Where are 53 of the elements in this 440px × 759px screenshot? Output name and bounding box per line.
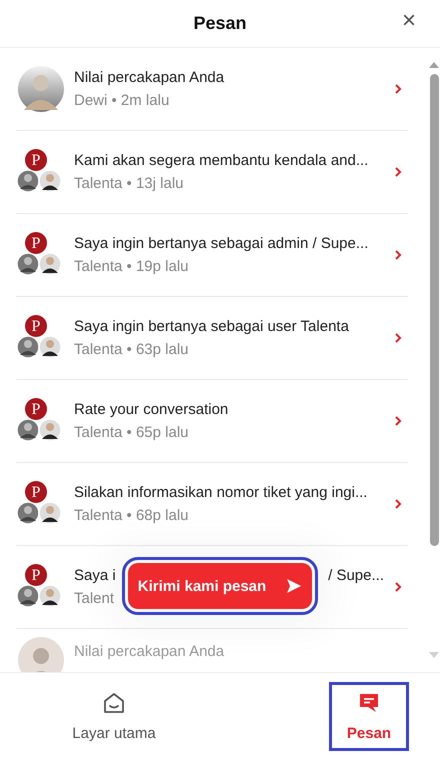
- message-title: Kami akan segera membantu kendala and...: [74, 152, 370, 169]
- message-meta: Talenta • 19p lalu: [74, 258, 190, 275]
- nav-tab[interactable]: Pesan: [332, 684, 406, 748]
- message-row[interactable]: P Silakan informasikan nomor tiket yang ingi... Talenta • 68p lalu: [16, 463, 408, 546]
- message-meta: Talent: [74, 590, 116, 607]
- team-avatars-icon: [17, 418, 63, 442]
- chevron-right-icon: [394, 332, 402, 344]
- envelope-icon: [102, 690, 126, 714]
- team-avatars-icon: [17, 169, 63, 193]
- team-avatars-icon: [17, 252, 63, 276]
- chevron-right-icon: [394, 581, 402, 593]
- message-row[interactable]: P Kami akan segera membantu kendala and... Talenta • 13j lalu: [16, 131, 408, 214]
- message-title: Silakan informasikan nomor tiket yang ingi...: [74, 484, 368, 501]
- scroll-up-icon[interactable]: [429, 62, 439, 68]
- message-meta: Talenta • 68p lalu: [74, 507, 190, 524]
- message-meta: Talenta • 13j lalu: [74, 175, 184, 192]
- logo-badge: P: [25, 564, 47, 586]
- message-meta: Dewi • 2m lalu: [74, 92, 170, 109]
- team-avatars-icon: [17, 584, 63, 608]
- logo-badge: P: [25, 481, 47, 503]
- scroll-down-icon[interactable]: [429, 652, 439, 658]
- team-avatars-icon: [17, 335, 63, 359]
- logo-badge: P: [25, 398, 47, 420]
- send-icon: [286, 578, 302, 594]
- message-title: Nilai percakapan Anda: [74, 69, 226, 86]
- message-meta: Talenta • 63p lalu: [74, 341, 190, 358]
- message-row[interactable]: P Saya ingin bertanya sebagai admin / Supe... Talenta • 19p lalu: [16, 214, 408, 297]
- message-title: Saya ingin bertanya sebagai user Talenta: [74, 318, 350, 335]
- send-message-button[interactable]: Kirimi kami pesan: [128, 563, 312, 609]
- header-title: Pesan: [193, 13, 247, 34]
- chevron-right-icon: [394, 249, 402, 261]
- logo-badge: P: [25, 315, 47, 337]
- message-title: Nilai percakapan Anda: [74, 643, 226, 660]
- chevron-right-icon: [394, 83, 402, 95]
- avatar-icon: [18, 637, 64, 672]
- nav-tab[interactable]: Layar utama: [54, 684, 174, 748]
- message-title: Saya i: [74, 567, 116, 584]
- logo-badge: P: [25, 232, 47, 254]
- chevron-right-icon: [394, 498, 402, 510]
- message-row[interactable]: P Rate your conversation Talenta • 65p lalu: [16, 380, 408, 463]
- scrollbar-thumb[interactable]: [430, 74, 438, 546]
- chevron-right-icon: [394, 415, 402, 427]
- message-title: Rate your conversation: [74, 401, 230, 418]
- message-row[interactable]: Nilai percakapan Anda Dewi • 2m lalu: [16, 48, 408, 131]
- team-avatars-icon: [17, 501, 63, 525]
- message-meta: Talenta • 65p lalu: [74, 424, 190, 441]
- avatar-icon: [18, 66, 64, 112]
- chevron-right-icon: [394, 166, 402, 178]
- message-row[interactable]: P Saya ingin bertanya sebagai user Talenta Talenta • 63p lalu: [16, 297, 408, 380]
- message-title: Saya ingin bertanya sebagai admin / Supe...: [74, 235, 370, 252]
- close-button[interactable]: ×: [398, 6, 420, 36]
- message-title: / Supe...: [328, 567, 384, 584]
- logo-badge: P: [25, 149, 47, 171]
